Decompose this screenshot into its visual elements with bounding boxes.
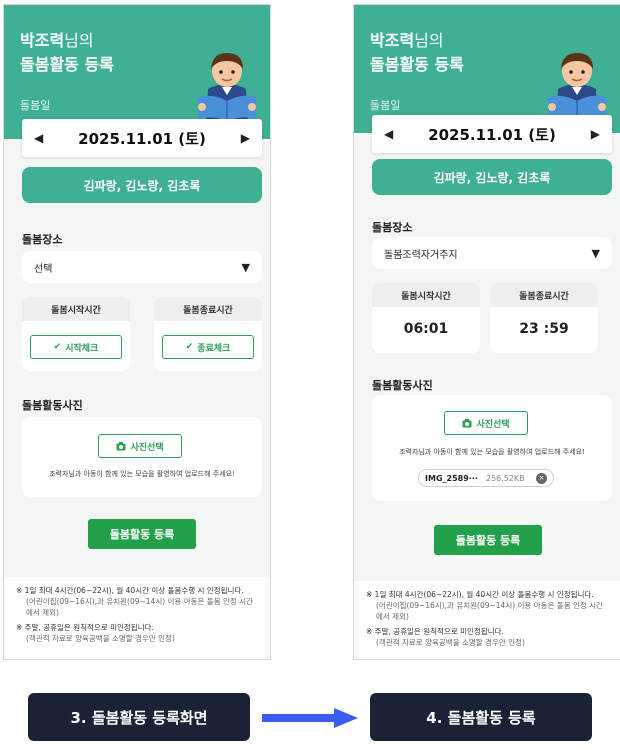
start-time-label: 돌봄시작시간 — [22, 297, 130, 321]
photo-upload-box: 사진선택 조력자님과 아동이 함께 있는 모습을 촬영하여 업로드해 주세요! … — [372, 395, 612, 501]
arrow-right-icon — [262, 708, 358, 728]
submit-activity-button[interactable]: 돌봄활동 등록 — [434, 525, 542, 555]
greeting: 박조력님의 — [20, 27, 94, 51]
uploaded-file-chip: IMG_2589··· 256.52KB × — [418, 469, 554, 487]
greeting-suffix: 님의 — [414, 31, 444, 50]
header: 박조력님의 돌봄활동 등록 돌봄일 — [354, 5, 620, 133]
mascot-reading-icon — [548, 53, 606, 123]
photo-select-button[interactable]: 사진선택 — [444, 411, 528, 435]
photo-label: 돌봄활동사진 — [22, 399, 83, 412]
prev-date-arrow-icon[interactable]: ◀ — [384, 127, 393, 141]
screen-register-form: 박조력님의 돌봄활동 등록 돌봄일 ◀ 2025.11.01 (토) ▶ 김파랑… — [3, 4, 271, 660]
start-time-value: 06:01 — [403, 321, 449, 337]
caregiver-names-button[interactable]: 김파랑, 김노랑, 김초록 — [22, 167, 262, 203]
file-size: 256.52KB — [485, 473, 525, 483]
greeting-suffix: 님의 — [64, 31, 94, 50]
end-check-button[interactable]: ✔ 종료체크 — [162, 335, 254, 359]
place-label: 돌봄장소 — [372, 221, 413, 234]
chevron-down-icon: ▼ — [591, 246, 600, 260]
check-icon: ✔ — [53, 342, 62, 352]
submit-activity-button[interactable]: 돌봄활동 등록 — [88, 519, 196, 549]
photo-label: 돌봄활동사진 — [372, 379, 433, 392]
place-label: 돌봄장소 — [22, 233, 63, 246]
date-label: 돌봄일 — [370, 99, 401, 112]
place-select-value: 돌봄조력자거주지 — [384, 249, 458, 261]
photo-help-text: 조력자님과 아동이 함께 있는 모습을 촬영하여 업로드해 주세요! — [399, 448, 585, 456]
notice-box: ※ 1일 최대 4시간(06~22시), 월 40시간 이상 돌봄수행 시 인정… — [354, 581, 620, 659]
end-time-label: 돌봄종료시간 — [154, 297, 262, 321]
page-title: 돌봄활동 등록 — [20, 55, 114, 74]
page-title: 돌봄활동 등록 — [370, 55, 464, 74]
photo-select-button[interactable]: 사진선택 — [98, 434, 182, 458]
check-icon: ✔ — [185, 342, 194, 352]
file-name: IMG_2589··· — [425, 473, 478, 483]
notice-line: ※ 주말, 공휴일은 원칙적으로 미인정됩니다. — [366, 627, 504, 636]
selected-date: 2025.11.01 (토) — [428, 125, 556, 144]
next-date-arrow-icon[interactable]: ▶ — [241, 131, 250, 145]
remove-file-icon[interactable]: × — [536, 472, 547, 484]
mascot-reading-icon — [198, 53, 256, 123]
place-select-value: 선택 — [34, 263, 53, 275]
start-check-button[interactable]: ✔ 시작체크 — [30, 335, 122, 359]
notice-line: (객관적 자료로 양육공백을 소명할 경우만 인정) — [376, 638, 525, 647]
screen-register-filled: 박조력님의 돌봄활동 등록 돌봄일 ◀ 2025.11.01 (토) ▶ 김파랑… — [353, 4, 620, 660]
photo-help-text: 조력자님과 아동이 함께 있는 모습을 촬영하여 업로드해 주세요! — [49, 470, 235, 478]
notice-line: ※ 주말, 공휴일은 원칙적으로 미인정됩니다. — [16, 623, 154, 632]
end-check-label: 종료체크 — [197, 343, 231, 354]
date-label: 돌봄일 — [20, 99, 51, 112]
selected-date: 2025.11.01 (토) — [78, 129, 206, 148]
date-selector: ◀ 2025.11.01 (토) ▶ — [372, 115, 612, 153]
date-selector: ◀ 2025.11.01 (토) ▶ — [22, 119, 262, 157]
place-select[interactable]: 돌봄조력자거주지 ▼ — [372, 237, 612, 269]
step-caption-3: 3. 돌봄활동 등록화면 — [28, 693, 250, 741]
notice-line: (어린이집(09~16시),과 유치원(09~14시) 이용 아동은 돌봄 인정… — [26, 597, 253, 617]
caregiver-names-button[interactable]: 김파랑, 김노랑, 김초록 — [372, 159, 612, 195]
start-time-label: 돌봄시작시간 — [372, 283, 480, 307]
place-select[interactable]: 선택 ▼ — [22, 251, 262, 283]
step-caption-4: 4. 돌봄활동 등록 — [370, 693, 592, 741]
camera-icon — [462, 418, 472, 427]
greeting: 박조력님의 — [370, 27, 444, 51]
notice-box: ※ 1일 최대 4시간(06~22시), 월 40시간 이상 돌봄수행 시 인정… — [4, 577, 270, 659]
end-time-card: 돌봄종료시간 23 :59 — [490, 283, 598, 353]
end-time-value: 23 :59 — [519, 321, 569, 337]
prev-date-arrow-icon[interactable]: ◀ — [34, 131, 43, 145]
photo-select-label: 사진선택 — [130, 442, 164, 453]
user-name: 박조력 — [20, 31, 65, 50]
notice-line: ※ 1일 최대 4시간(06~22시), 월 40시간 이상 돌봄수행 시 인정… — [366, 590, 594, 599]
end-time-label: 돌봄종료시간 — [490, 283, 598, 307]
start-check-label: 시작체크 — [65, 343, 99, 354]
start-time-card: 돌봄시작시간 06:01 — [372, 283, 480, 353]
notice-line: (객관적 자료로 양육공백을 소명할 경우만 인정) — [26, 634, 175, 643]
chevron-down-icon: ▼ — [241, 260, 250, 274]
next-date-arrow-icon[interactable]: ▶ — [591, 127, 600, 141]
start-time-card: 돌봄시작시간 ✔ 시작체크 — [22, 297, 130, 371]
end-time-card: 돌봄종료시간 ✔ 종료체크 — [154, 297, 262, 371]
photo-upload-box: 사진선택 조력자님과 아동이 함께 있는 모습을 촬영하여 업로드해 주세요! — [22, 417, 262, 497]
photo-select-label: 사진선택 — [476, 419, 510, 430]
notice-line: (어린이집(09~16시),과 유치원(09~14시) 이용 아동은 돌봄 인정… — [376, 601, 603, 621]
user-name: 박조력 — [370, 31, 415, 50]
notice-line: ※ 1일 최대 4시간(06~22시), 월 40시간 이상 돌봄수행 시 인정… — [16, 586, 244, 595]
camera-icon — [116, 441, 126, 450]
